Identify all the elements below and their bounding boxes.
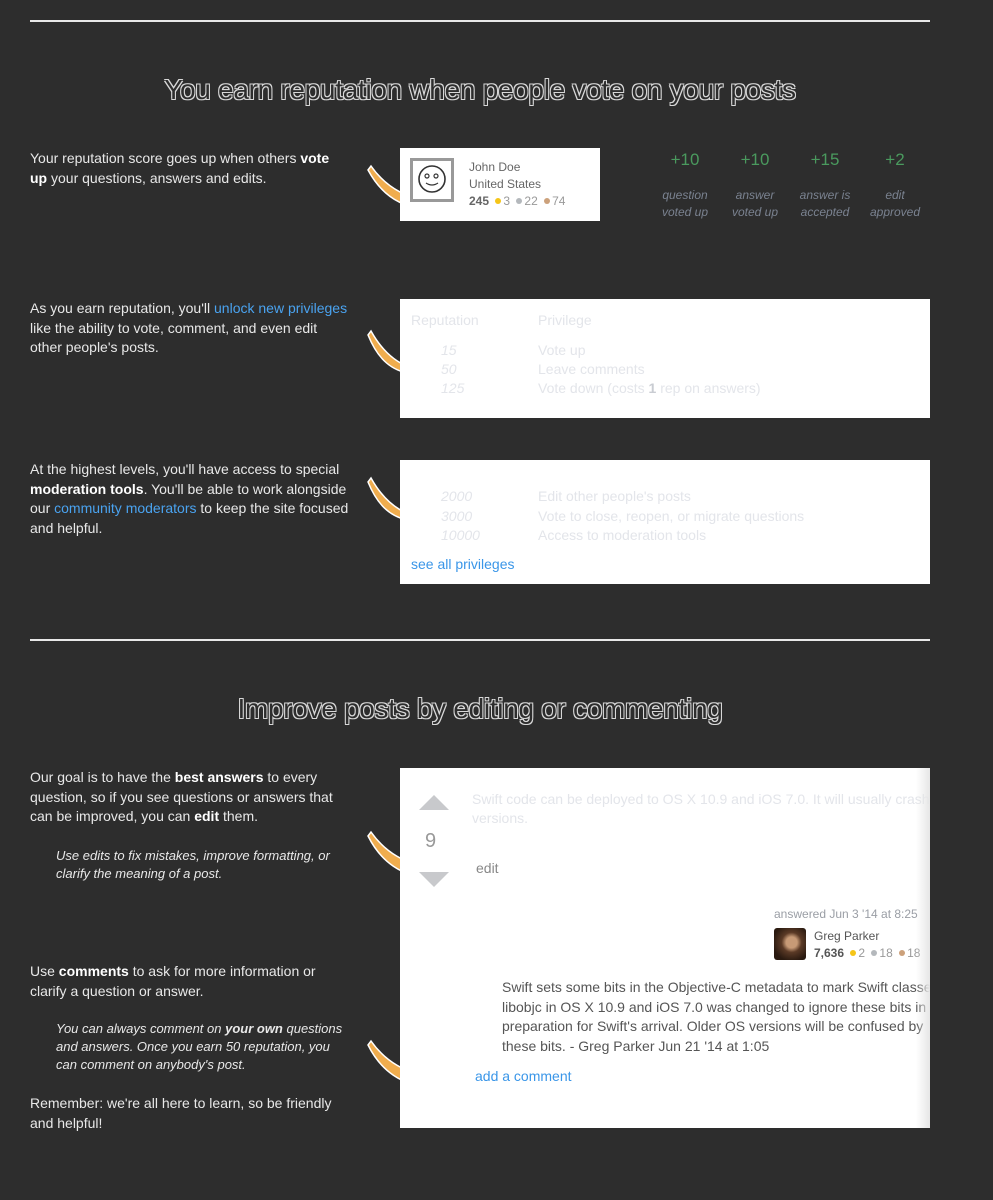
reputation-intro-text: Your reputation score goes up when other… bbox=[30, 149, 350, 188]
moderation-intro-text: At the highest levels, you'll have acces… bbox=[30, 460, 350, 538]
silver-badge-icon bbox=[871, 950, 878, 956]
gain-label: edit approved bbox=[869, 188, 921, 219]
privilege-name: Vote up bbox=[538, 342, 586, 358]
silver-badge-count: 18 bbox=[879, 946, 893, 960]
gain-label: answer is accepted bbox=[799, 188, 851, 219]
text: Use bbox=[30, 963, 59, 979]
author-reputation-line: 7,636 2 18 18 bbox=[814, 946, 920, 960]
section-divider bbox=[30, 639, 930, 641]
privilege-rep: 2000 bbox=[441, 488, 473, 504]
author-avatar[interactable] bbox=[774, 928, 806, 960]
user-reputation-line: 245 3 22 74 bbox=[469, 194, 565, 208]
privileges-table-advanced: 2000 Edit other people's posts 3000 Vote… bbox=[400, 460, 930, 584]
text: At the highest levels, you'll have acces… bbox=[30, 461, 340, 477]
gain-label: question voted up bbox=[661, 188, 709, 219]
privileges-table-basic: Reputation Privilege 15 Vote up 50 Leave… bbox=[400, 299, 930, 418]
smiley-face-icon bbox=[418, 165, 446, 193]
avatar bbox=[410, 158, 454, 202]
gain-answer-voted-up: +10 answer voted up bbox=[720, 150, 790, 221]
comments-note: You can always comment on your own quest… bbox=[56, 1021, 343, 1072]
privilege-name: Vote to close, reopen, or migrate questi… bbox=[538, 508, 805, 524]
bronze-badge-count: 74 bbox=[552, 194, 566, 208]
edit-link[interactable]: edit bbox=[476, 860, 499, 876]
privilege-name: Leave comments bbox=[538, 361, 645, 377]
text: Our goal is to have the bbox=[30, 769, 175, 785]
text: your questions, answers and edits. bbox=[47, 169, 267, 186]
vote-down-arrow-icon[interactable] bbox=[419, 872, 449, 887]
text: Your reputation score goes up when other… bbox=[30, 150, 301, 166]
gain-label: answer voted up bbox=[731, 188, 779, 219]
user-card[interactable]: John Doe United States 245 3 22 74 bbox=[400, 148, 600, 221]
bronze-badge-icon bbox=[899, 950, 906, 956]
comments-intro-text: Use comments to ask for more information… bbox=[30, 962, 350, 1001]
silver-badge-icon bbox=[516, 198, 523, 204]
bold-text: moderation tools bbox=[30, 480, 144, 497]
section-divider bbox=[30, 20, 930, 22]
gold-badge-icon bbox=[850, 950, 857, 956]
privilege-name: Edit other people's posts bbox=[538, 488, 691, 504]
privilege-rep: 3000 bbox=[441, 508, 473, 524]
bronze-badge-icon bbox=[544, 198, 551, 204]
privilege-rep: 15 bbox=[441, 342, 457, 358]
gold-badge-icon bbox=[495, 198, 502, 204]
user-name[interactable]: John Doe bbox=[469, 160, 520, 174]
add-comment-link[interactable]: add a comment bbox=[475, 1068, 572, 1084]
gain-value: +10 bbox=[740, 150, 770, 169]
reputation-score: 245 bbox=[469, 194, 490, 208]
text: them. bbox=[219, 808, 259, 824]
gold-badge-count: 2 bbox=[858, 946, 866, 960]
author-reputation: 7,636 bbox=[814, 946, 845, 960]
vote-up-arrow-icon[interactable] bbox=[419, 795, 449, 810]
community-moderators-link[interactable]: community moderators bbox=[54, 500, 196, 516]
privilege-rep: 10000 bbox=[441, 527, 480, 543]
privilege-rep: 125 bbox=[441, 380, 465, 396]
unlock-privileges-link[interactable]: unlock new privileges bbox=[214, 300, 347, 316]
friendly-reminder-text: Remember: we're all here to learn, so be… bbox=[30, 1095, 332, 1131]
editing-note: Use edits to fix mistakes, improve forma… bbox=[56, 848, 330, 881]
example-post: 9 Swift code can be deployed to OS X 10.… bbox=[400, 768, 930, 1128]
fade-edge bbox=[916, 768, 930, 1128]
gain-answer-accepted: +15 answer is accepted bbox=[790, 150, 860, 221]
bold-text: best answers bbox=[174, 769, 264, 785]
privilege-name: Vote down (costs 1 rep on answers) bbox=[538, 380, 761, 396]
gold-badge-count: 3 bbox=[503, 194, 511, 208]
gain-question-voted-up: +10 question voted up bbox=[650, 150, 720, 221]
see-all-privileges-link[interactable]: see all privileges bbox=[411, 556, 515, 572]
gain-edit-approved: +2 edit approved bbox=[860, 150, 930, 221]
editing-intro-text: Our goal is to have the best answers to … bbox=[30, 768, 350, 827]
column-header-privilege: Privilege bbox=[538, 312, 592, 328]
section-title-improve-posts: Improve posts by editing or commenting bbox=[237, 693, 723, 724]
comment-body: Swift sets some bits in the Objective-C … bbox=[502, 979, 930, 1054]
answered-timestamp: answered Jun 3 '14 at 8:25 bbox=[774, 907, 918, 921]
text: As you earn reputation, you'll bbox=[30, 300, 215, 316]
privileges-intro-text: As you earn reputation, you'll unlock ne… bbox=[30, 299, 350, 358]
gain-value: +2 bbox=[885, 150, 905, 169]
silver-badge-count: 22 bbox=[524, 194, 538, 208]
section-title-reputation: You earn reputation when people vote on … bbox=[164, 74, 796, 105]
vote-score: 9 bbox=[425, 830, 437, 852]
text: like the ability to vote, comment, and e… bbox=[30, 319, 318, 356]
author-name[interactable]: Greg Parker bbox=[814, 929, 879, 943]
bold-text: comments bbox=[58, 963, 129, 979]
user-location: United States bbox=[469, 177, 542, 191]
post-body: Swift code can be deployed to OS X 10.9 … bbox=[472, 791, 930, 826]
column-header-reputation: Reputation bbox=[411, 312, 479, 328]
privilege-name: Access to moderation tools bbox=[538, 527, 707, 543]
bold-text: edit bbox=[194, 808, 220, 824]
gain-value: +15 bbox=[810, 150, 840, 169]
privilege-rep: 50 bbox=[441, 361, 457, 377]
gain-value: +10 bbox=[670, 150, 700, 169]
